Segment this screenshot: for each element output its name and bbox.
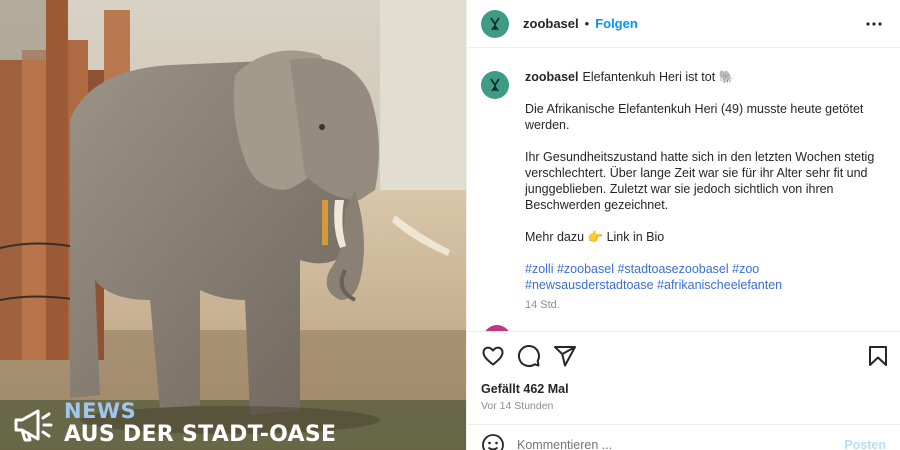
comment-input[interactable] <box>517 437 817 450</box>
caption-paragraph: Die Afrikanische Elefantenkuh Heri (49) … <box>525 102 864 132</box>
profile-avatar[interactable] <box>481 9 509 38</box>
megaphone-icon <box>14 409 53 441</box>
caption-avatar[interactable] <box>481 71 509 99</box>
heart-icon[interactable] <box>481 344 505 368</box>
comment-bar: Posten <box>467 424 900 450</box>
smiley-icon[interactable] <box>481 433 505 450</box>
elephant-photo <box>0 0 466 450</box>
hashtag-link[interactable]: #stadtoasezoobasel <box>617 262 728 276</box>
header-username[interactable]: zoobasel <box>523 16 579 31</box>
follow-button[interactable]: Folgen <box>595 16 638 31</box>
post-comment-button[interactable]: Posten <box>844 438 886 450</box>
caption-title: Elefantenkuh Heri ist tot 🐘 <box>582 70 735 84</box>
like-count[interactable]: Gefällt 462 Mal <box>481 382 890 396</box>
post-side-panel: zoobasel • Folgen zoobasel Elefantenkuh … <box>466 0 900 450</box>
caption-text: zoobasel Elefantenkuh Heri ist tot 🐘 Die… <box>525 69 885 313</box>
caption-paragraph: Mehr dazu 👉 Link in Bio <box>525 230 665 244</box>
post-actions: Gefällt 462 Mal Vor 14 Stunden <box>467 331 900 412</box>
hashtag-link[interactable]: #zoo <box>732 262 759 276</box>
zoo-logo-icon <box>490 78 500 92</box>
instagram-post: NEWS AUS DER STADT-OASE zoobasel • Folge… <box>0 0 900 450</box>
hashtag-list: #zolli #zoobasel #stadtoasezoobasel #zoo… <box>525 261 885 293</box>
hashtag-link[interactable]: #zoobasel <box>557 262 614 276</box>
separator-dot: • <box>584 16 590 31</box>
zoo-logo-icon <box>490 17 500 30</box>
overlay-subtitle: AUS DER STADT-OASE <box>64 422 337 447</box>
more-options-button[interactable] <box>862 12 886 36</box>
send-icon[interactable] <box>553 344 577 368</box>
caption-paragraph: Ihr Gesundheitszustand hatte sich in den… <box>525 150 875 212</box>
caption-timestamp[interactable]: 14 Std. <box>525 297 885 313</box>
news-overlay-badge: NEWS AUS DER STADT-OASE <box>10 401 336 446</box>
hashtag-link[interactable]: #zolli <box>525 262 554 276</box>
bookmark-icon[interactable] <box>866 344 890 368</box>
post-header: zoobasel • Folgen <box>467 0 900 48</box>
caption-username[interactable]: zoobasel <box>525 69 579 85</box>
caption-section: zoobasel Elefantenkuh Heri ist tot 🐘 Die… <box>467 49 900 331</box>
overlay-news-label: NEWS <box>64 399 137 423</box>
hashtag-link[interactable]: #afrikanischeelefanten <box>657 278 782 292</box>
hashtag-link[interactable]: #newsausderstadtoase <box>525 278 654 292</box>
post-age: Vor 14 Stunden <box>481 400 554 412</box>
more-horizontal-icon <box>866 21 882 26</box>
post-photo[interactable]: NEWS AUS DER STADT-OASE <box>0 0 466 450</box>
comment-icon[interactable] <box>517 344 541 368</box>
